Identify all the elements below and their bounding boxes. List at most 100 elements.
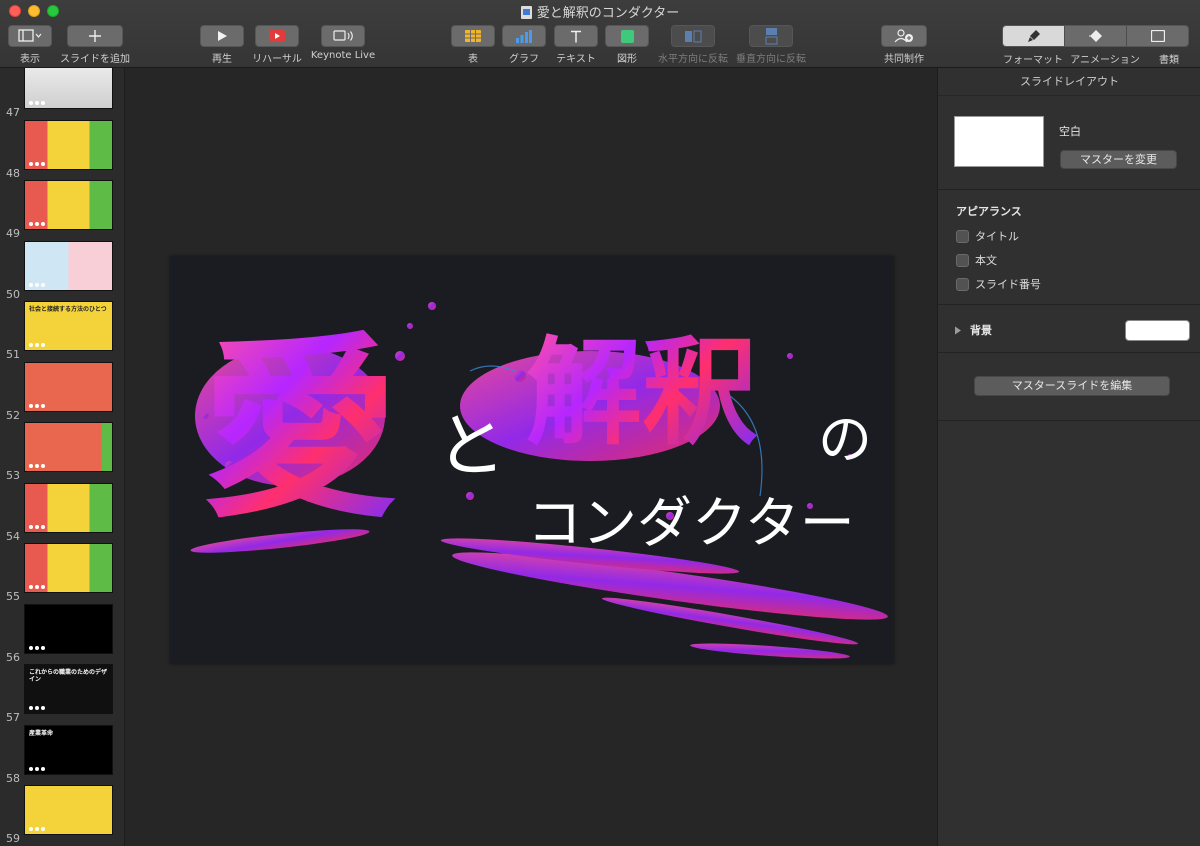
ellipsis-icon (29, 282, 45, 287)
slide-thumbnail-text: これからの職業のためのデザイン (29, 669, 108, 683)
rehearse-button[interactable]: リハーサル (251, 25, 303, 65)
inspector-header: スライドレイアウト (938, 68, 1200, 96)
slide-number: 58 (6, 771, 20, 785)
slide-thumbnail[interactable] (24, 361, 113, 412)
flip-horizontal-icon (685, 30, 702, 42)
flip-vertical-icon (765, 28, 777, 45)
view-button[interactable]: 表示 (8, 25, 52, 65)
slide-thumbnail-row[interactable]: 52 (0, 361, 124, 422)
slide-thumbnail-row[interactable]: 49 (0, 180, 124, 240)
appearance-title: アピアランス (956, 205, 1022, 218)
animate-tab[interactable] (1064, 26, 1126, 46)
current-slide[interactable]: 愛 と 解釈 の コンダクター (170, 256, 894, 664)
slide-thumbnail[interactable] (24, 543, 113, 593)
slide-number: 49 (6, 227, 20, 240)
text-button[interactable]: テキスト (553, 25, 599, 65)
slide-text-no: の (818, 408, 872, 471)
format-tab[interactable] (1003, 26, 1064, 46)
slide-thumbnail-row[interactable]: 54 (0, 482, 124, 543)
collaborate-button[interactable]: 共同制作 (880, 25, 928, 65)
slide-layout-thumbnail[interactable] (954, 116, 1044, 167)
slide-thumbnail-row[interactable]: これからの職業のためのデザイン 57 (0, 664, 124, 724)
document-tab[interactable] (1126, 26, 1188, 46)
checkbox-box[interactable] (956, 253, 969, 267)
slide-number: 48 (6, 166, 20, 180)
slide-number: 56 (6, 650, 20, 664)
slide-thumbnail[interactable] (24, 482, 113, 533)
play-button[interactable]: 再生 (200, 25, 244, 65)
slide-thumbnail-row[interactable]: 53 (0, 422, 124, 482)
flip-horizontal-button[interactable]: 水平方向に反転 (656, 25, 730, 65)
toolbar: 愛と解釈のコンダクター 表示 スライドを追加 再生 リハーサル Keynote … (0, 0, 1200, 68)
divider (938, 189, 1200, 190)
slide-thumbnail[interactable] (24, 422, 113, 472)
slide-thumbnail-row[interactable]: 56 (0, 603, 124, 664)
slide-thumbnail[interactable] (24, 119, 113, 170)
slide-thumbnail-row[interactable]: 48 (0, 119, 124, 180)
shape-icon (620, 29, 634, 43)
document-icon (520, 6, 532, 19)
slide-thumbnail-row[interactable]: 50 (0, 240, 124, 301)
paintbrush-icon (1027, 30, 1040, 42)
divider (938, 420, 1200, 421)
body-checkbox[interactable]: 本文 (956, 252, 997, 268)
slide-number: 57 (6, 711, 20, 724)
flip-vertical-button[interactable]: 垂直方向に反転 (734, 25, 808, 65)
document-tab-label: 書類 (1159, 55, 1179, 66)
format-tab-label: フォーマット (1003, 55, 1063, 66)
ellipsis-icon (29, 524, 45, 529)
divider (938, 304, 1200, 305)
slide-kanji-kaishaku: 解釈 (526, 325, 758, 461)
background-color-well[interactable] (1125, 320, 1190, 341)
slide-thumbnail-text: 社会と接続する方法のひとつ (29, 306, 107, 313)
title-checkbox[interactable]: タイトル (956, 228, 1019, 244)
shape-button[interactable]: 図形 (605, 25, 649, 65)
slide-number: 59 (6, 832, 20, 845)
inspector-segmented-control (1002, 25, 1189, 47)
slide-thumbnail[interactable] (24, 240, 113, 291)
slide-thumbnail[interactable]: これからの職業のためのデザイン (24, 664, 113, 714)
slide-kanji-ai: 愛 (202, 315, 399, 545)
keynote-live-icon (333, 30, 353, 41)
keynote-live-button[interactable]: Keynote Live (309, 25, 377, 61)
animate-tab-label: アニメーション (1070, 55, 1140, 66)
add-slide-button[interactable]: スライドを追加 (58, 25, 132, 65)
ellipsis-icon (29, 101, 45, 105)
sidebar-view-icon (18, 29, 42, 42)
slide-thumbnail[interactable]: 産業革命 (24, 724, 113, 775)
slide-thumbnail-row[interactable]: 社会と接続する方法のひとつ 51 (0, 301, 124, 361)
slide-thumbnail-row[interactable]: 産業革命 58 (0, 724, 124, 785)
checkbox-box[interactable] (956, 229, 969, 243)
table-button[interactable]: 表 (451, 25, 495, 65)
animate-diamond-icon (1088, 30, 1102, 42)
table-icon (465, 30, 481, 42)
slide-thumbnail-text: 産業革命 (29, 729, 54, 737)
document-panel-icon (1150, 30, 1165, 42)
slide-thumbnail[interactable] (24, 68, 113, 109)
edit-master-slides-button[interactable]: マスタースライドを編集 (974, 376, 1170, 396)
slide-thumbnail[interactable]: 社会と接続する方法のひとつ (24, 301, 113, 351)
slide-thumbnail-row[interactable]: 47 (0, 68, 124, 119)
play-icon (218, 31, 227, 41)
slide-thumbnail[interactable] (24, 785, 113, 835)
text-icon (571, 30, 581, 42)
ellipsis-icon (29, 706, 45, 710)
slide-thumbnail-row[interactable]: 59 (0, 785, 124, 845)
slide-number: 51 (6, 348, 20, 361)
format-inspector: スライドレイアウト 空白 マスターを変更 アピアランス タイトル 本文 スライド… (937, 68, 1200, 846)
ellipsis-icon (29, 645, 45, 650)
slide-number: 47 (6, 106, 20, 119)
slide-number-checkbox[interactable]: スライド番号 (956, 276, 1041, 292)
ellipsis-icon (29, 222, 45, 226)
slide-thumbnail-row[interactable]: 55 (0, 543, 124, 603)
background-disclosure[interactable]: 背景 (954, 322, 992, 338)
checkbox-box[interactable] (956, 277, 969, 291)
slide-thumbnail[interactable] (24, 603, 113, 654)
slide-thumbnail[interactable] (24, 180, 113, 230)
slide-number: 54 (6, 529, 20, 543)
rehearse-icon (269, 30, 285, 42)
divider (938, 352, 1200, 353)
change-master-button[interactable]: マスターを変更 (1060, 150, 1177, 169)
chart-button[interactable]: グラフ (502, 25, 546, 65)
collaborate-icon (894, 29, 913, 43)
